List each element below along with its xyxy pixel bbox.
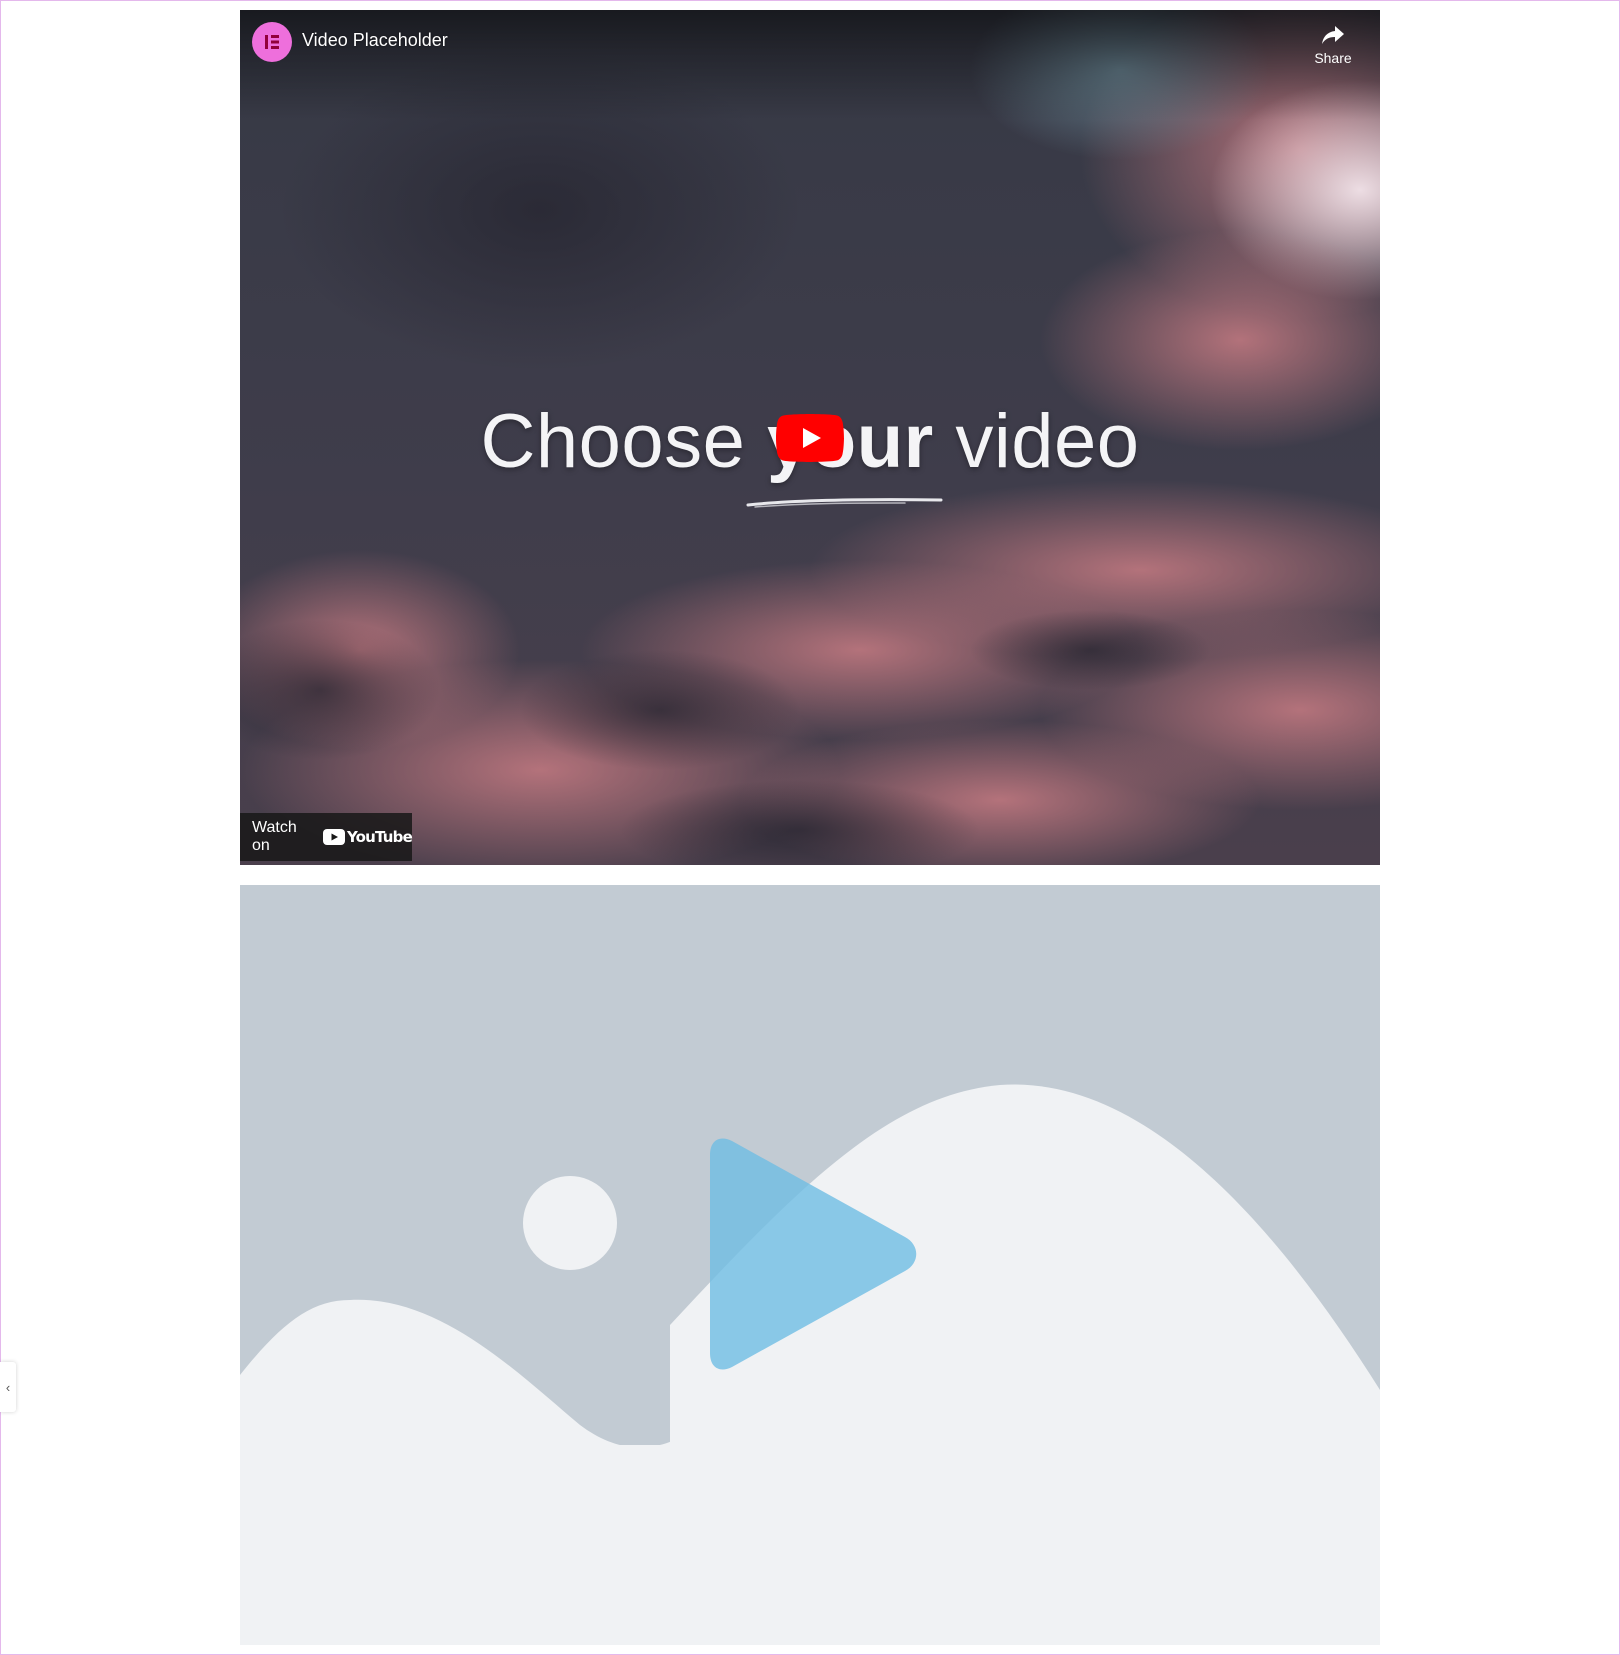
share-label: Share — [1314, 50, 1352, 66]
headline-underline — [746, 498, 943, 508]
sun-shape — [523, 1176, 617, 1270]
headline-part-1: Choose — [480, 399, 768, 484]
watch-on-label: Watch on — [252, 819, 297, 854]
youtube-logo-icon — [322, 829, 345, 845]
share-button[interactable]: Share — [1308, 24, 1358, 84]
youtube-logo: YouTube — [322, 828, 413, 846]
side-panel-toggle[interactable]: ‹ — [0, 1362, 16, 1412]
video-title[interactable]: Video Placeholder — [302, 30, 448, 51]
youtube-play-button[interactable] — [776, 414, 844, 462]
placeholder-illustration — [240, 885, 1380, 1645]
elementor-logo-icon[interactable] — [252, 22, 292, 62]
youtube-wordmark: YouTube — [346, 828, 413, 846]
watch-on-youtube-button[interactable]: Watch on YouTube — [240, 813, 413, 861]
headline-part-3: video — [933, 399, 1140, 484]
chevron-left-icon: ‹ — [5, 1379, 11, 1395]
top-gradient — [240, 10, 1380, 120]
youtube-embed[interactable]: Video Placeholder Share Choose your vide… — [240, 10, 1380, 865]
video-placeholder[interactable] — [240, 885, 1380, 1645]
youtube-play-icon — [776, 414, 844, 462]
share-arrow-icon — [1322, 26, 1344, 44]
